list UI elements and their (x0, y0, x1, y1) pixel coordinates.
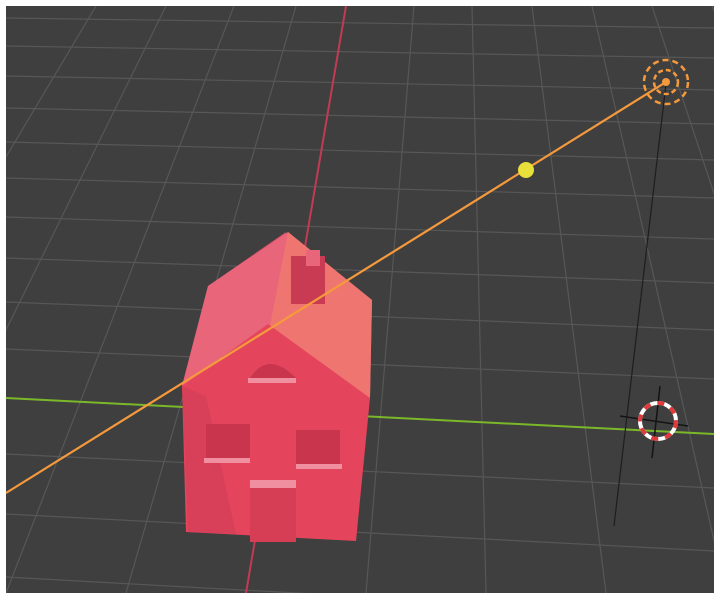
right-window-sill (296, 464, 342, 469)
light-direction-helper (613, 83, 667, 527)
3d-viewport[interactable] (6, 6, 714, 593)
left-window (206, 424, 250, 458)
left-window-sill (204, 458, 250, 463)
house-object[interactable] (182, 232, 372, 542)
door (250, 488, 296, 542)
right-window (296, 430, 340, 464)
3d-cursor-icon[interactable] (619, 385, 689, 459)
viewport-canvas[interactable] (6, 6, 714, 593)
light-target-handle[interactable] (518, 162, 534, 178)
light-icon[interactable] (642, 58, 690, 106)
attic-window-sill (248, 378, 296, 383)
chimney-top (306, 250, 320, 266)
door-canopy (250, 480, 296, 488)
